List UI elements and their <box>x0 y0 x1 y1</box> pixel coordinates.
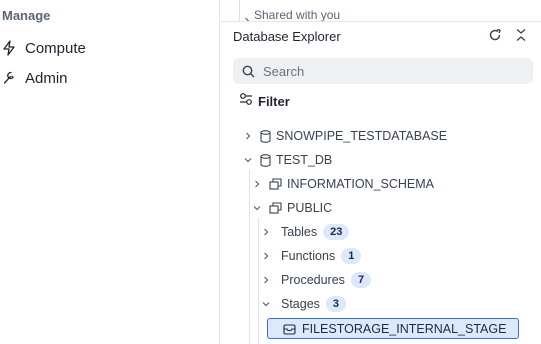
sidebar-item-admin[interactable]: Admin <box>0 66 219 90</box>
section-label-manage: Manage <box>2 8 51 23</box>
search-input[interactable] <box>263 63 503 79</box>
sidebar-item-compute[interactable]: Compute <box>0 36 219 60</box>
count-badge: 3 <box>325 296 347 312</box>
shared-with-you-label: Shared with you <box>254 8 341 22</box>
wrench-icon <box>0 70 19 86</box>
tree-item-stages[interactable]: Stages 3 <box>261 293 347 315</box>
chevron-right-icon <box>261 276 271 284</box>
filter-label: Filter <box>258 93 290 109</box>
tree-item-label: Stages <box>281 297 320 311</box>
chevron-right-icon <box>243 132 253 140</box>
left-sidebar: Manage Compute Admin <box>0 0 220 344</box>
collapse-button[interactable] <box>512 28 530 46</box>
tree-item-label: Tables <box>281 225 318 239</box>
tree-item-database[interactable]: TEST_DB <box>243 149 332 171</box>
shared-with-you-row[interactable]: Shared with you <box>221 0 541 22</box>
tree-line <box>239 0 240 21</box>
database-icon <box>260 129 271 143</box>
sidebar-item-label: Compute <box>25 39 86 57</box>
chevron-right-icon <box>243 12 251 21</box>
tree-line <box>249 170 250 344</box>
tree-item-label: TEST_DB <box>276 153 333 167</box>
chevron-down-icon <box>243 156 253 164</box>
chevron-right-icon <box>252 180 262 188</box>
count-badge: 7 <box>350 272 372 288</box>
search-icon <box>242 65 255 78</box>
tree-item-schema[interactable]: INFORMATION_SCHEMA <box>252 173 434 195</box>
chevron-down-icon <box>252 204 262 212</box>
chevron-right-icon <box>261 252 271 260</box>
tree-item-label: Functions <box>281 249 336 263</box>
schema-icon <box>269 202 282 214</box>
filter-button[interactable]: Filter <box>239 92 290 110</box>
tree-item-label: SNOWPIPE_TESTDATABASE <box>276 129 448 143</box>
chevron-right-icon <box>261 228 271 236</box>
tree-item-stage[interactable]: FILESTORAGE_INTERNAL_STAGE <box>283 318 506 340</box>
schema-icon <box>269 178 282 190</box>
refresh-button[interactable] <box>486 28 504 46</box>
chevron-down-icon <box>261 300 271 308</box>
lightning-icon <box>0 40 19 56</box>
tree-item-database[interactable]: SNOWPIPE_TESTDATABASE <box>243 125 447 147</box>
tree-item-label: INFORMATION_SCHEMA <box>287 177 434 191</box>
refresh-icon <box>488 28 502 47</box>
tree-item-label: PUBLIC <box>287 201 333 215</box>
tree-item-label: FILESTORAGE_INTERNAL_STAGE <box>302 322 507 336</box>
filter-icon <box>239 92 253 111</box>
count-badge: 23 <box>323 224 350 240</box>
tree-item-tables[interactable]: Tables 23 <box>261 221 350 243</box>
database-explorer-panel: Shared with you Database Explorer Filter <box>221 0 541 344</box>
tree-item-schema[interactable]: PUBLIC <box>252 197 332 219</box>
count-badge: 1 <box>341 248 362 264</box>
stage-icon <box>283 323 296 335</box>
database-icon <box>260 153 271 167</box>
tree-item-procedures[interactable]: Procedures 7 <box>261 269 372 291</box>
sidebar-item-label: Admin <box>25 69 68 87</box>
tree-item-label: Procedures <box>281 273 345 287</box>
tree-line <box>258 218 259 344</box>
collapse-icon <box>515 28 527 47</box>
tree-item-functions[interactable]: Functions 1 <box>261 245 362 267</box>
search-box[interactable] <box>233 58 533 84</box>
panel-title: Database Explorer <box>233 29 341 44</box>
